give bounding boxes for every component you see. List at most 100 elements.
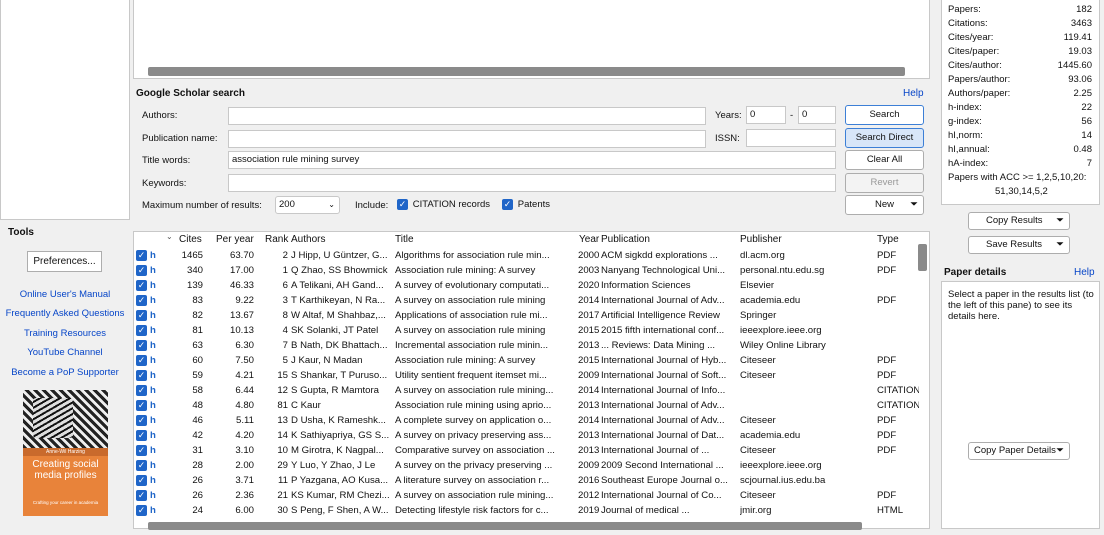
sort-chevron-icon[interactable]: ⌄ [166,232,173,241]
table-row[interactable]: ✓ h 59 4.21 15 S Shankar, T Puruso... Utility … [134,368,919,383]
table-row[interactable]: ✓ h 58 6.44 12 S Gupta, R Mamtora A survey on … [134,383,919,398]
copy-results-button[interactable]: Copy Results ⏷ [968,212,1070,230]
table-row[interactable]: ✓ h 24 6.00 30 S Peng, F Shen, A W... Detectin… [134,503,919,518]
table-row[interactable]: ✓ h 26 2.36 21 KS Kumar, RM Chezi... A survey … [134,488,919,503]
row-checkbox[interactable]: ✓ [136,280,147,291]
col-header-publisher[interactable]: Publisher [740,234,782,245]
cell-title: Utility sentient frequent itemset mi... [395,370,547,381]
col-header-rank[interactable]: Rank [265,234,288,245]
year-from-input[interactable]: 0 [746,106,786,124]
h-index-marker-icon: h [150,250,156,261]
row-checkbox[interactable]: ✓ [136,370,147,381]
col-header-per-year[interactable]: Per year [216,234,254,245]
link-online-manual[interactable]: Online User's Manual [0,289,130,300]
cell-type: PDF [877,355,897,366]
row-checkbox[interactable]: ✓ [136,295,147,306]
cell-publisher: personal.ntu.edu.sg [740,265,825,276]
search-direct-button[interactable]: Search Direct [845,128,924,148]
cell-per-year: 13.67 [229,310,254,321]
keywords-input[interactable] [228,174,836,192]
link-training-resources[interactable]: Training Resources [0,328,130,339]
table-row[interactable]: ✓ h 42 4.20 14 K Sathiyapriya, GS S... A surve… [134,428,919,443]
table-row[interactable]: ✓ h 340 17.00 1 Q Zhao, SS Bhowmick Associatio… [134,263,919,278]
metric-label: Cites/year: [948,32,994,43]
col-header-authors[interactable]: Authors [291,234,325,245]
max-results-select[interactable]: 200 ⌄ [275,196,340,214]
table-row[interactable]: ✓ h 26 3.71 11 P Yazgana, AO Kusa... A literat… [134,473,919,488]
dropdown-arrow-icon: ⏷ [1056,239,1064,250]
table-row[interactable]: ✓ h 31 3.10 10 M Girotra, K Nagpal... Comparat… [134,443,919,458]
row-checkbox[interactable]: ✓ [136,415,147,426]
row-checkbox[interactable]: ✓ [136,505,147,516]
cell-cites: 63 [192,340,203,351]
title-words-label: Title words: [142,155,191,166]
patents-checkbox[interactable]: ✓ Patents [502,199,550,210]
cell-cites: 28 [192,460,203,471]
col-header-cites[interactable]: Cites [179,234,202,245]
authors-input[interactable] [228,107,706,125]
h-index-marker-icon: h [150,400,156,411]
citation-records-checkbox[interactable]: ✓ CITATION records [397,199,490,210]
link-become-supporter[interactable]: Become a PoP Supporter [0,367,130,378]
cell-publication: International Journal of Dat... [601,430,725,441]
table-row[interactable]: ✓ h 46 5.11 13 D Usha, K Rameshk... A complete… [134,413,919,428]
cell-type: PDF [877,265,897,276]
row-checkbox[interactable]: ✓ [136,325,147,336]
cell-rank: 7 [282,340,288,351]
row-checkbox[interactable]: ✓ [136,445,147,456]
row-checkbox[interactable]: ✓ [136,385,147,396]
link-faq[interactable]: Frequently Asked Questions [0,308,130,319]
revert-button[interactable]: Revert [845,173,924,193]
book-cover-image[interactable]: Anne-Wil Harzing Creating social media p… [23,390,108,516]
col-header-year[interactable]: Year [579,234,599,245]
row-checkbox[interactable]: ✓ [136,475,147,486]
table-row[interactable]: ✓ h 139 46.33 6 A Telikani, AH Gand... A surve… [134,278,919,293]
row-checkbox[interactable]: ✓ [136,430,147,441]
preferences-button[interactable]: Preferences... [27,251,102,272]
table-row[interactable]: ✓ h 60 7.50 5 J Kaur, N Madan Association rule… [134,353,919,368]
row-checkbox[interactable]: ✓ [136,460,147,471]
title-words-input[interactable]: association rule mining survey [228,151,836,169]
table-row[interactable]: ✓ h 82 13.67 8 W Altaf, M Shahbaz,... Applicat… [134,308,919,323]
clear-all-button[interactable]: Clear All [845,150,924,170]
results-table[interactable]: ⌄ Cites Per year Rank Authors Title Year… [133,231,930,529]
h-index-marker-icon: h [150,490,156,501]
paper-details-help-link[interactable]: Help [1074,267,1095,278]
metric-row: g-index: 56 [948,116,1092,127]
search-button[interactable]: Search [845,105,924,125]
table-row[interactable]: ✓ h 1465 63.70 2 J Hipp, U Güntzer, G... Algor… [134,248,919,263]
results-vertical-scrollbar[interactable] [918,244,927,271]
row-checkbox[interactable]: ✓ [136,250,147,261]
table-row[interactable]: ✓ h 83 9.22 3 T Karthikeyan, N Ra... A survey … [134,293,919,308]
table-row[interactable]: ✓ h 81 10.13 4 SK Solanki, JT Patel A survey o… [134,323,919,338]
cell-rank: 15 [277,370,288,381]
cell-authors: KS Kumar, RM Chezi... [291,490,390,501]
metric-row: Authors/paper: 2.25 [948,88,1092,99]
publication-input[interactable] [228,130,706,148]
cell-title: A survey on association rule mining... [395,385,554,396]
cell-publisher: jmir.org [740,505,772,516]
cell-title: A literature survey on association r... [395,475,550,486]
copy-paper-details-button[interactable]: Copy Paper Details ⏷ [968,442,1070,460]
new-button[interactable]: New ⏷ [845,195,924,215]
table-row[interactable]: ✓ h 63 6.30 7 B Nath, DK Bhattach... Increment… [134,338,919,353]
row-checkbox[interactable]: ✓ [136,310,147,321]
row-checkbox[interactable]: ✓ [136,340,147,351]
row-checkbox[interactable]: ✓ [136,490,147,501]
row-checkbox[interactable]: ✓ [136,400,147,411]
top-horizontal-scrollbar[interactable] [148,67,905,76]
year-to-input[interactable]: 0 [798,106,836,124]
search-help-link[interactable]: Help [903,88,924,99]
row-checkbox[interactable]: ✓ [136,355,147,366]
col-header-publication[interactable]: Publication [601,234,650,245]
col-header-type[interactable]: Type [877,234,899,245]
save-results-button[interactable]: Save Results ⏷ [968,236,1070,254]
table-row[interactable]: ✓ h 28 2.00 29 Y Luo, Y Zhao, J Le A survey on… [134,458,919,473]
metric-label: h-index: [948,102,982,113]
link-youtube-channel[interactable]: YouTube Channel [0,347,130,358]
row-checkbox[interactable]: ✓ [136,265,147,276]
col-header-title[interactable]: Title [395,234,414,245]
table-row[interactable]: ✓ h 48 4.80 81 C Kaur Association rule mining … [134,398,919,413]
issn-input[interactable] [746,129,836,147]
results-horizontal-scrollbar[interactable] [148,522,862,530]
